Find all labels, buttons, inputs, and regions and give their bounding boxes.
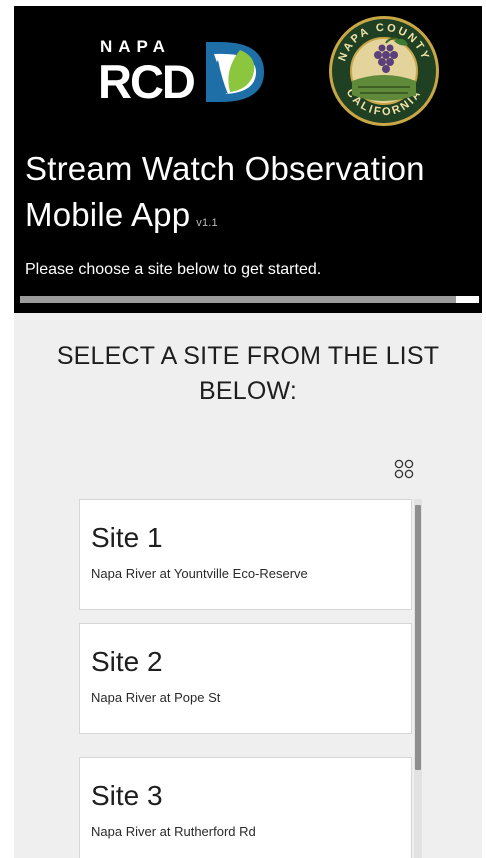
site-list[interactable]: Site 1 Napa River at Yountville Eco-Rese… [79, 499, 422, 858]
site-card-3[interactable]: Site 3 Napa River at Rutherford Rd [79, 757, 412, 858]
list-scrollbar-thumb[interactable] [415, 505, 421, 770]
site-card-description: Napa River at Pope St [91, 690, 221, 705]
grid-view-icon[interactable] [394, 459, 414, 479]
logo-rcd-text: RCD [100, 55, 194, 108]
subtitle: Please choose a site below to get starte… [25, 261, 322, 278]
napa-rcd-logo: NAPA RCD [100, 37, 264, 108]
site-card-description: Napa River at Yountville Eco-Reserve [91, 566, 308, 581]
site-selection-panel: SELECT A SITE FROM THE LIST BELOW: Site … [14, 313, 482, 858]
site-card-description: Napa River at Rutherford Rd [91, 824, 256, 839]
logo-napa-text: NAPA [100, 37, 171, 56]
site-card-1[interactable]: Site 1 Napa River at Yountville Eco-Rese… [79, 499, 412, 610]
site-card-title: Site 3 [91, 780, 163, 811]
section-heading: SELECT A SITE FROM THE LIST BELOW: [56, 342, 440, 405]
napa-county-seal: NAPA COUNTY CALIFORNIA [329, 16, 439, 126]
page-title-text: Stream Watch Observation Mobile App [25, 150, 425, 233]
site-card-title: Site 1 [91, 522, 163, 553]
app-header: NAPA RCD NAPA COUNTY CALIFORNIA Stream W… [14, 6, 482, 313]
progress-bar [20, 296, 479, 303]
site-card-2[interactable]: Site 2 Napa River at Pope St [79, 623, 412, 734]
page-title: Stream Watch Observation Mobile App v1.1 [25, 146, 475, 246]
version-label: v1.1 [196, 217, 218, 229]
list-scrollbar[interactable] [414, 499, 422, 858]
site-card-title: Site 2 [91, 646, 163, 677]
progress-bar-fill [20, 296, 457, 303]
